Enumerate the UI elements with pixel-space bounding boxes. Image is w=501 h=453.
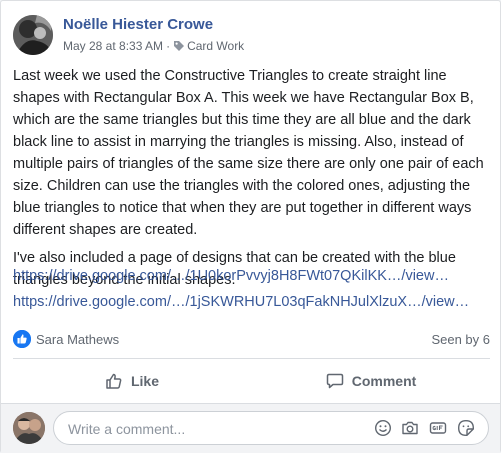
comment-icon: [326, 373, 343, 389]
comment-button[interactable]: Comment: [252, 359, 490, 403]
like-label: Like: [130, 373, 159, 389]
user-avatar[interactable]: [13, 412, 45, 444]
author-avatar[interactable]: [13, 15, 53, 55]
tag-icon: [173, 40, 185, 52]
post-body: Last week we used the Constructive Trian…: [13, 65, 491, 297]
action-bar: Like Comment: [13, 359, 490, 403]
comment-composer: [1, 403, 500, 453]
author-name[interactable]: Noëlle Hiester Crowe: [63, 16, 213, 33]
thumbs-up-icon: [106, 373, 122, 389]
meta-separator: ·: [166, 39, 171, 53]
comment-input[interactable]: [66, 420, 370, 438]
reactions-bar: Sara Mathews Seen by 6: [13, 328, 490, 350]
post-category[interactable]: Card Work: [187, 39, 244, 53]
gif-icon[interactable]: [429, 419, 447, 437]
drive-link[interactable]: https://drive.google.com/…/1jSKWRHU7L03q…: [13, 294, 491, 310]
sticker-icon[interactable]: [457, 419, 475, 437]
post-meta: May 28 at 8:33 AM · Card Work: [63, 39, 244, 53]
comment-label: Comment: [351, 373, 417, 389]
post-date[interactable]: May 28 at 8:33 AM: [63, 39, 163, 53]
post-card: Noëlle Hiester Crowe May 28 at 8:33 AM ·…: [0, 0, 501, 453]
reactor-name[interactable]: Sara Mathews: [36, 332, 119, 347]
post-header: Noëlle Hiester Crowe May 28 at 8:33 AM ·…: [13, 13, 483, 57]
emoji-icon[interactable]: [374, 419, 392, 437]
like-icon[interactable]: [13, 330, 31, 348]
comment-box: [53, 411, 489, 445]
seen-count[interactable]: Seen by 6: [431, 332, 490, 347]
like-button[interactable]: Like: [13, 359, 251, 403]
post-paragraph: Last week we used the Constructive Trian…: [13, 68, 484, 238]
camera-icon[interactable]: [401, 419, 419, 437]
drive-link[interactable]: https://drive.google.com/…/1U0korPvvyj8H…: [13, 268, 491, 284]
